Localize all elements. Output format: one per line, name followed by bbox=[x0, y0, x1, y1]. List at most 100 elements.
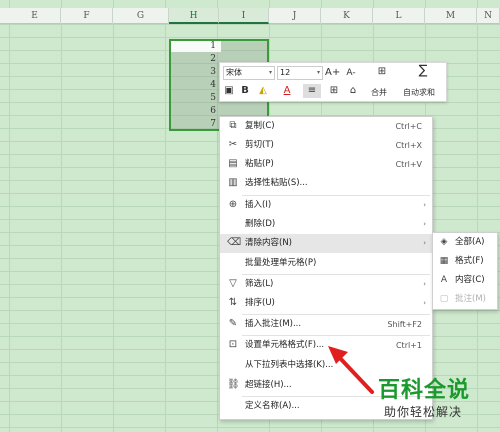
chevron-right-icon: › bbox=[423, 239, 426, 247]
fill-icon: ▣ bbox=[224, 85, 234, 96]
border-button[interactable]: ⊞ bbox=[326, 84, 342, 98]
menu-item-clear-content[interactable]: ⌫ 清除内容(N) › bbox=[220, 234, 432, 253]
menu-item-label: 选择性粘贴(S)... bbox=[245, 178, 308, 188]
scissors-icon: ✂ bbox=[228, 139, 238, 150]
cell-value: 5 bbox=[210, 93, 216, 103]
format-painter-button[interactable]: ⌂ bbox=[346, 84, 360, 98]
menu-item-insert[interactable]: ⊕ 插入(I) › bbox=[220, 196, 432, 215]
menu-item-copy[interactable]: ⧉ 复制(C) Ctrl+C bbox=[220, 117, 432, 136]
font-color-button[interactable]: A bbox=[279, 84, 295, 98]
chevron-right-icon: › bbox=[423, 220, 426, 228]
menu-item-label: 剪切(T) bbox=[245, 140, 274, 150]
menu-item-label: 超链接(H)... bbox=[245, 380, 292, 390]
clear-comment-icon: ▢ bbox=[439, 294, 449, 304]
clear-all-icon: ◈ bbox=[440, 237, 448, 247]
column-header-h[interactable]: H bbox=[169, 8, 219, 24]
menu-item-label: 排序(U) bbox=[245, 298, 275, 308]
menu-item-insert-comment[interactable]: ✎ 插入批注(M)... Shift+F2 bbox=[220, 315, 432, 334]
column-header-i[interactable]: I bbox=[219, 8, 269, 24]
clear-content-submenu: ◈ 全部(A) ▦ 格式(F) A 内容(C) ▢ 批注(M) bbox=[432, 232, 498, 310]
column-header-m[interactable]: M bbox=[425, 8, 477, 24]
paint-bucket-icon: ◭ bbox=[259, 85, 267, 96]
column-header-g[interactable]: G bbox=[113, 8, 169, 24]
align-center-button[interactable]: ≡ bbox=[303, 84, 321, 98]
chevron-down-icon: ▾ bbox=[268, 69, 272, 76]
font-name-value: 宋体 bbox=[226, 68, 242, 77]
submenu-item-content[interactable]: A 内容(C) bbox=[433, 271, 497, 290]
submenu-item-label: 批注(M) bbox=[455, 294, 486, 304]
column-header-bar: E F G H I J K L M N bbox=[0, 8, 500, 24]
watermark-title: 百科全说 bbox=[378, 378, 471, 403]
menu-item-label: 删除(D) bbox=[245, 219, 276, 229]
copy-icon: ⧉ bbox=[229, 120, 237, 131]
menu-item-shortcut: Shift+F2 bbox=[387, 320, 422, 329]
sigma-icon: ∑ bbox=[418, 63, 428, 78]
cell-value: 3 bbox=[210, 67, 216, 77]
menu-item-label: 定义名称(A)... bbox=[245, 401, 300, 411]
submenu-item-label: 全部(A) bbox=[455, 237, 485, 247]
border-icon: ⊞ bbox=[329, 85, 339, 96]
grow-font-button[interactable]: A+ bbox=[325, 66, 341, 80]
submenu-item-format[interactable]: ▦ 格式(F) bbox=[433, 252, 497, 271]
menu-item-sort[interactable]: ⇅ 排序(U) › bbox=[220, 294, 432, 313]
menu-item-label: 粘贴(P) bbox=[245, 159, 274, 169]
link-icon: ⛓ bbox=[227, 379, 240, 390]
merge-label[interactable]: 合并 bbox=[371, 87, 387, 98]
menu-item-label: 筛选(L) bbox=[245, 279, 274, 289]
paste-special-icon: ▥ bbox=[228, 177, 238, 188]
menu-item-shortcut: Ctrl+X bbox=[395, 141, 422, 150]
menu-item-shortcut: Ctrl+V bbox=[395, 160, 422, 169]
column-header-k[interactable]: K bbox=[321, 8, 373, 24]
merge-cells-icon: ⊞ bbox=[377, 66, 387, 77]
menu-item-label: 批量处理单元格(P) bbox=[245, 258, 317, 268]
submenu-item-all[interactable]: ◈ 全部(A) bbox=[433, 233, 497, 252]
watermark-subtitle: 助你轻松解决 bbox=[384, 405, 463, 419]
chevron-right-icon: › bbox=[423, 280, 426, 288]
font-color-icon: A bbox=[283, 85, 291, 96]
menu-item-paste-special[interactable]: ▥ 选择性粘贴(S)... bbox=[220, 174, 432, 193]
bold-button[interactable]: B bbox=[239, 84, 251, 98]
shrink-font-button[interactable]: A- bbox=[344, 66, 358, 80]
font-size-select[interactable]: 12 ▾ bbox=[277, 66, 323, 80]
submenu-item-label: 格式(F) bbox=[455, 256, 484, 266]
menu-item-label: 清除内容(N) bbox=[245, 238, 292, 248]
menu-item-cut[interactable]: ✂ 剪切(T) Ctrl+X bbox=[220, 136, 432, 155]
clear-format-icon: ▦ bbox=[439, 256, 449, 266]
menu-item-shortcut: Ctrl+C bbox=[395, 122, 422, 131]
menu-item-label: 从下拉列表中选择(K)... bbox=[245, 360, 334, 370]
eraser-icon: ⌫ bbox=[227, 237, 242, 248]
font-color-fill-button[interactable]: ▣ bbox=[223, 84, 235, 98]
comment-icon: ✎ bbox=[228, 318, 238, 329]
font-name-select[interactable]: 宋体 ▾ bbox=[223, 66, 275, 80]
menu-item-label: 设置单元格格式(F)... bbox=[245, 340, 325, 350]
autosum-button[interactable]: ∑ bbox=[414, 64, 432, 78]
clear-content-icon: A bbox=[440, 275, 448, 285]
menu-item-format-cells[interactable]: ⊡ 设置单元格格式(F)... Ctrl+1 bbox=[220, 336, 432, 355]
column-header-e[interactable]: E bbox=[9, 8, 61, 24]
menu-item-filter[interactable]: ▽ 筛选(L) › bbox=[220, 275, 432, 294]
submenu-item-label: 内容(C) bbox=[455, 275, 485, 285]
filter-icon: ▽ bbox=[229, 278, 237, 289]
column-header-l[interactable]: L bbox=[373, 8, 425, 24]
mini-format-toolbar: 宋体 ▾ 12 ▾ A+ A- ⊞ ∑ ▣ B ◭ A ≡ ⊞ ⌂ 合并 自动求和 bbox=[219, 62, 447, 102]
chevron-right-icon: › bbox=[423, 201, 426, 209]
align-center-icon: ≡ bbox=[307, 85, 317, 96]
grow-font-icon: A+ bbox=[325, 67, 341, 78]
autosum-label[interactable]: 自动求和 bbox=[403, 87, 435, 98]
menu-item-batch-process[interactable]: 批量处理单元格(P) bbox=[220, 254, 432, 273]
merge-button[interactable]: ⊞ bbox=[373, 65, 391, 79]
column-header-n[interactable]: N bbox=[477, 8, 500, 24]
insert-cells-icon: ⊕ bbox=[228, 199, 238, 210]
menu-item-delete[interactable]: 删除(D) › bbox=[220, 215, 432, 234]
cell-value: 7 bbox=[210, 119, 216, 129]
chevron-down-icon: ▾ bbox=[316, 69, 320, 76]
bold-icon: B bbox=[241, 85, 249, 96]
menu-item-paste[interactable]: ▤ 粘贴(P) Ctrl+V bbox=[220, 155, 432, 174]
fill-color-button[interactable]: ◭ bbox=[255, 84, 271, 98]
cell-value: 2 bbox=[210, 54, 216, 64]
submenu-item-comment: ▢ 批注(M) bbox=[433, 290, 497, 309]
column-header-f[interactable]: F bbox=[61, 8, 113, 24]
sort-icon: ⇅ bbox=[228, 297, 238, 308]
column-header-j[interactable]: J bbox=[269, 8, 321, 24]
shrink-font-icon: A- bbox=[346, 68, 356, 78]
